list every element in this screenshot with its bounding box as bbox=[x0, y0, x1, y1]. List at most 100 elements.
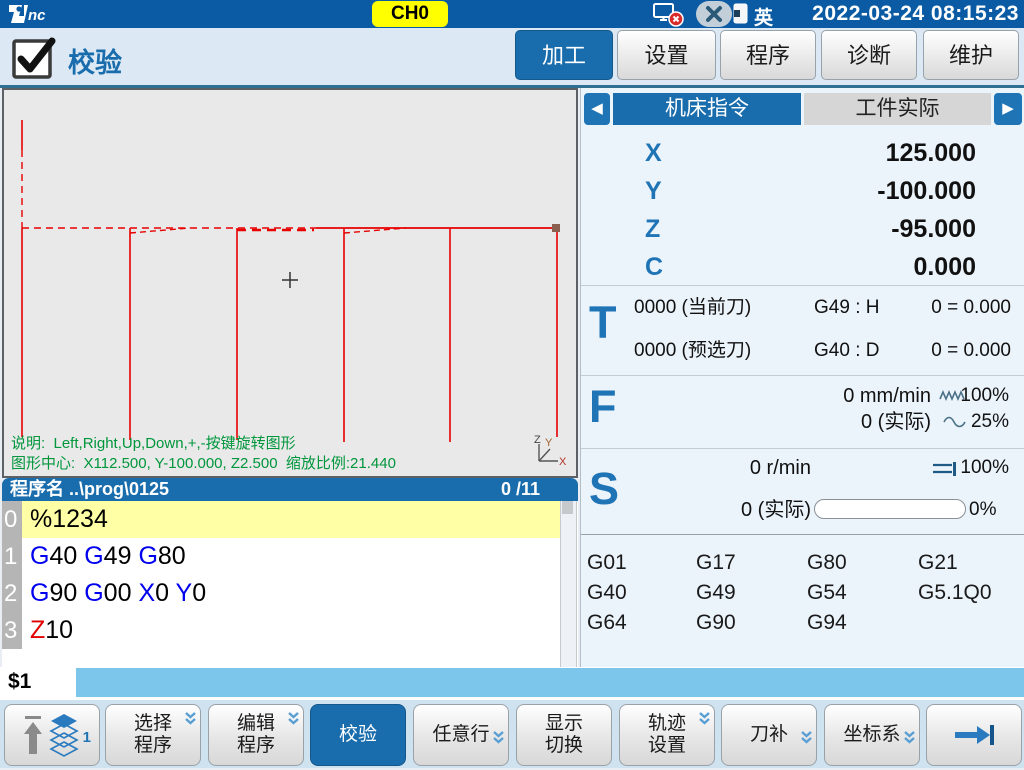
svg-text:X: X bbox=[559, 456, 566, 466]
tool-comp: G49 : H bbox=[814, 296, 879, 320]
channel-badge[interactable]: CH0 bbox=[372, 1, 448, 27]
feed-value: 0 mm/min bbox=[581, 384, 931, 408]
spindle-load-percent: 0% bbox=[969, 498, 996, 522]
tab-program[interactable]: 程序 bbox=[720, 30, 816, 80]
program-line-counter: 0 /11 bbox=[501, 478, 540, 501]
axis-value: -100.000 bbox=[877, 172, 976, 210]
message-bar bbox=[76, 668, 1024, 697]
status-row: $1 bbox=[0, 667, 1024, 700]
program-line[interactable]: 2 G90 G00 X0 Y0 bbox=[2, 575, 578, 612]
title-bar: 校验 加工 设置 程序 诊断 维护 bbox=[0, 28, 1024, 88]
divider bbox=[581, 534, 1024, 535]
tool-comp-value: 0 = 0.000 bbox=[931, 339, 1011, 363]
tab-settings[interactable]: 设置 bbox=[617, 30, 716, 80]
scrollbar-thumb[interactable] bbox=[562, 501, 573, 514]
program-line[interactable]: 3 Z10 bbox=[2, 612, 578, 649]
modal-gcode: G5.1Q0 bbox=[918, 578, 992, 608]
divider bbox=[581, 285, 1024, 286]
modal-gcode: G80 bbox=[807, 548, 847, 578]
tab-diagnosis[interactable]: 诊断 bbox=[821, 30, 917, 80]
svg-text:Z: Z bbox=[534, 434, 541, 446]
modal-gcode: G21 bbox=[918, 548, 958, 578]
axis-value: 0.000 bbox=[913, 248, 976, 286]
coord-next-arrow[interactable]: ▶ bbox=[994, 93, 1022, 125]
softkey-display-switch[interactable]: 显示切换 bbox=[516, 704, 612, 766]
modal-gcode: G01 bbox=[587, 548, 627, 578]
softkey-edit-program[interactable]: 编辑程序 bbox=[208, 704, 304, 766]
modal-gcode: G17 bbox=[696, 548, 736, 578]
axis-label: X bbox=[645, 134, 662, 172]
feed-actual: 0 (实际) bbox=[581, 410, 931, 434]
clock: 2022-03-24 08:15:23 bbox=[812, 2, 1019, 26]
tab-maintenance[interactable]: 维护 bbox=[923, 30, 1019, 80]
spindle-row: 0 r/min 100% bbox=[581, 456, 1024, 480]
menu-level-number: 1 bbox=[83, 729, 91, 746]
program-line-text: G90 G00 X0 Y0 bbox=[22, 575, 560, 612]
program-scrollbar[interactable] bbox=[560, 501, 577, 667]
spindle-row: 0 (实际) 0% bbox=[581, 498, 1024, 522]
tool-number: 0000 (当前刀) bbox=[634, 296, 751, 320]
line-number: 2 bbox=[2, 575, 22, 612]
tab-machine-command[interactable]: 机床指令 bbox=[613, 93, 801, 125]
program-line-text: G40 G49 G80 bbox=[22, 538, 560, 575]
modal-gcode: G54 bbox=[807, 578, 847, 608]
tool-comp-value: 0 = 0.000 bbox=[931, 296, 1011, 320]
chevron-down-icon bbox=[903, 710, 916, 770]
toolpath-graphics-panel[interactable]: 说明: Left,Right,Up,Down,+,-按键旋转图形 图形中心: X… bbox=[2, 88, 578, 478]
softkey-track-settings[interactable]: 轨迹设置 bbox=[619, 704, 715, 766]
position-panel: ◀ 机床指令 工件实际 ▶ X 125.000 Y -100.000 Z -95… bbox=[580, 88, 1024, 667]
sine-wave-icon bbox=[943, 412, 967, 436]
page-title: 校验 bbox=[68, 41, 122, 80]
line-number: 3 bbox=[2, 612, 22, 649]
menu-level-button[interactable]: 1 bbox=[4, 704, 100, 766]
tab-machining[interactable]: 加工 bbox=[515, 30, 613, 80]
toolpath-plot bbox=[4, 90, 576, 476]
softkey-tool-comp[interactable]: 刀补 bbox=[721, 704, 817, 766]
axis-value: 125.000 bbox=[886, 134, 976, 172]
feed-row: 0 (实际) 25% bbox=[581, 410, 1024, 434]
softkey-coord-system[interactable]: 坐标系 bbox=[824, 704, 920, 766]
softkey-next-menu[interactable] bbox=[926, 704, 1022, 766]
tool-comp: G40 : D bbox=[814, 339, 879, 363]
program-name: 程序名 ..\prog\0125 bbox=[10, 478, 169, 501]
program-line[interactable]: 0 %1234 bbox=[2, 501, 578, 538]
tool-number: 0000 (预选刀) bbox=[634, 339, 751, 363]
register-card-icon bbox=[733, 3, 749, 30]
spindle-load-bar bbox=[814, 499, 966, 519]
spindle-clamp-icon bbox=[932, 459, 960, 483]
program-header-bar: 程序名 ..\prog\0125 0 /11 bbox=[2, 478, 578, 501]
softkey-select-program[interactable]: 选择程序 bbox=[105, 704, 201, 766]
softkey-toolbar: 1 选择程序 编辑程序 校验 任意行 显示切换 轨迹设置 刀补 坐标系 bbox=[0, 700, 1024, 768]
rapid-override: 25% bbox=[971, 410, 1009, 434]
modal-gcode: G64 bbox=[587, 608, 627, 638]
feed-row: 0 mm/min 100% bbox=[581, 384, 1024, 408]
svg-text:Y: Y bbox=[545, 437, 553, 449]
divider bbox=[581, 448, 1024, 449]
chevron-down-icon bbox=[800, 710, 813, 770]
language-indicator: 英 bbox=[754, 3, 773, 30]
modal-gcode: G94 bbox=[807, 608, 847, 638]
line-number: 0 bbox=[2, 501, 22, 538]
softkey-any-line[interactable]: 任意行 bbox=[413, 704, 509, 766]
feed-override: 100% bbox=[960, 384, 1009, 408]
axis-row: Z -95.000 bbox=[581, 210, 1024, 248]
axis-row: X 125.000 bbox=[581, 134, 1024, 172]
program-listing: 0 %1234 1 G40 G49 G80 2 G90 G00 X0 Y0 3 … bbox=[2, 501, 578, 667]
chevron-down-icon bbox=[492, 710, 505, 770]
chevron-down-icon bbox=[184, 710, 197, 732]
top-status-bar: nc CH0 英 2022-03-24 08:15:23 bbox=[0, 0, 1024, 28]
coord-prev-arrow[interactable]: ◀ bbox=[584, 93, 610, 125]
svg-text:nc: nc bbox=[28, 7, 46, 24]
graphics-center-text: 图形中心: X112.500, Y-100.000, Z2.500 缩放比例:2… bbox=[11, 452, 396, 473]
modal-gcode: G90 bbox=[696, 608, 736, 638]
axis-row: C 0.000 bbox=[581, 248, 1024, 286]
spindle-actual: 0 (实际) bbox=[637, 498, 811, 522]
divider bbox=[581, 375, 1024, 376]
verify-checkbox-icon bbox=[10, 34, 58, 87]
program-line[interactable]: 1 G40 G49 G80 bbox=[2, 538, 578, 575]
softkey-verify[interactable]: 校验 bbox=[310, 704, 406, 766]
tab-workpiece-actual[interactable]: 工件实际 bbox=[804, 93, 991, 125]
modal-gcode: G40 bbox=[587, 578, 627, 608]
axis-row: Y -100.000 bbox=[581, 172, 1024, 210]
spindle-override: 100% bbox=[960, 456, 1009, 480]
